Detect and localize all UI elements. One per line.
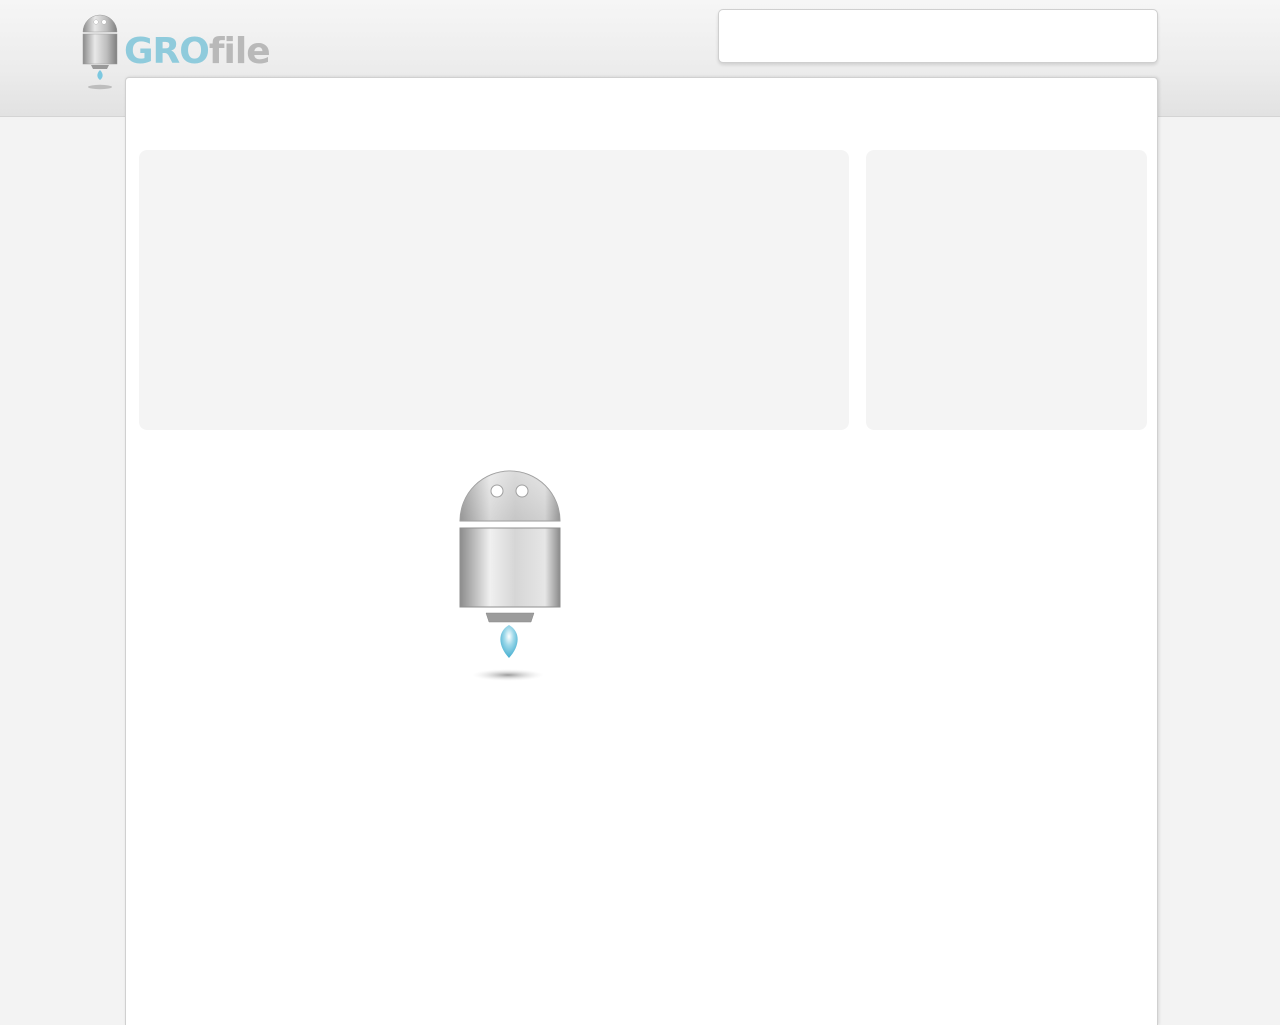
- main-content-placeholder: [139, 150, 849, 430]
- logo-text-file: file: [208, 31, 271, 72]
- sidebar-placeholder: [866, 150, 1147, 430]
- robot-loading-icon: [459, 470, 561, 681]
- logo-wordmark: GROfile: [124, 31, 271, 72]
- loading-indicator: [455, 468, 565, 688]
- robot-logo-icon: [82, 14, 118, 90]
- search-input[interactable]: [718, 9, 1158, 63]
- logo-text-gro: GRO: [124, 31, 210, 72]
